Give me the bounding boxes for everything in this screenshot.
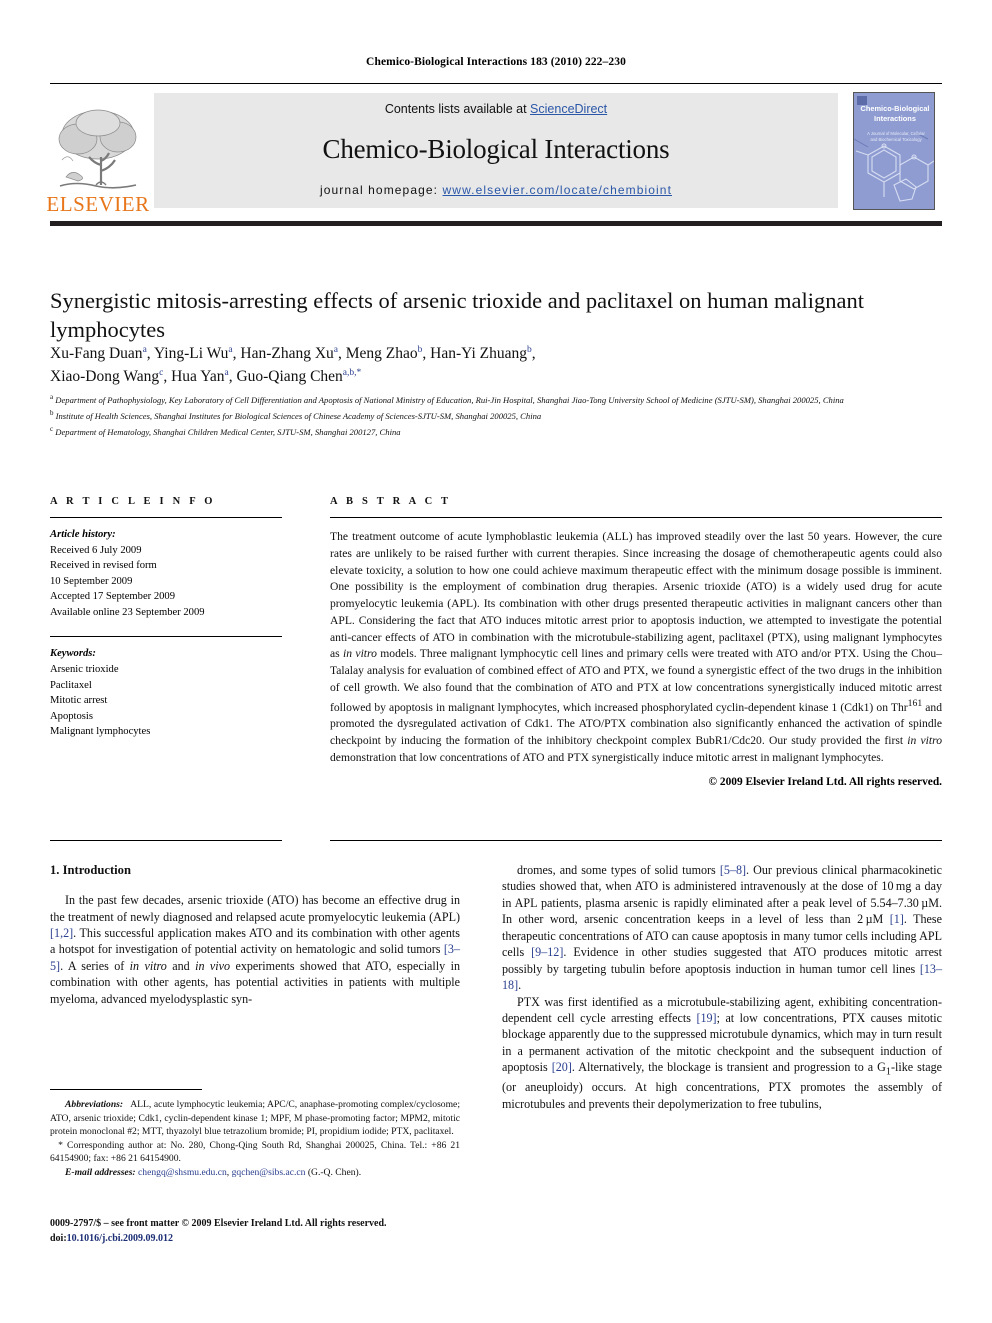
article-info-rule	[50, 517, 282, 518]
article-history-label: Article history:	[50, 529, 116, 540]
keyword-item: Mitotic arrest	[50, 695, 108, 707]
keywords-rule	[50, 636, 282, 638]
journal-homepage-link[interactable]: www.elsevier.com/locate/chembioint	[443, 183, 672, 197]
homepage-prefix: journal homepage:	[319, 183, 443, 197]
cover-title: Chemico-Biological Interactions	[860, 103, 930, 124]
article-info-heading: A R T I C L E I N F O	[50, 496, 216, 507]
keyword-item: Malignant lymphocytes	[50, 726, 151, 738]
history-item: 10 September 2009	[50, 575, 133, 587]
body-paragraph: dromes, and some types of solid tumors […	[502, 863, 942, 993]
corresponding-author-note: * Corresponding author at: No. 280, Chon…	[50, 1139, 460, 1165]
affiliation-c: c Department of Hematology, Shanghai Chi…	[50, 424, 401, 437]
email-note: E-mail addresses: chengq@shsmu.edu.cn, g…	[65, 1167, 362, 1179]
imprint-block: 0009-2797/$ – see front matter © 2009 El…	[50, 1216, 480, 1246]
page-title: Synergistic mitosis-arresting effects of…	[50, 288, 864, 342]
abstract-heading: A B S T R A C T	[330, 496, 452, 507]
running-head: Chemico-Biological Interactions 183 (201…	[366, 56, 626, 68]
body-paragraph: PTX was first identified as a microtubul…	[502, 994, 942, 1111]
sciencedirect-link[interactable]: ScienceDirect	[530, 102, 607, 116]
body-paragraph: In the past few decades, arsenic trioxid…	[50, 893, 460, 1006]
footnote-block: Abbreviations: ALL, acute lymphocytic le…	[50, 1098, 460, 1180]
abstract-bottom-rule	[330, 840, 942, 842]
abstract-column: A B S T R A C T The treatment outcome of…	[330, 496, 942, 788]
keyword-item: Arsenic trioxide	[50, 663, 119, 675]
journal-cover-thumbnail: Chemico-Biological Interactions A Journa…	[846, 84, 942, 217]
contents-prefix: Contents lists available at	[384, 102, 531, 116]
abstract-text: The treatment outcome of acute lymphobla…	[330, 530, 943, 764]
keywords-block: Keywords: Arsenic trioxide Paclitaxel Mi…	[50, 646, 282, 739]
issn-line: 0009-2797/$ – see front matter © 2009 El…	[50, 1218, 387, 1229]
author-line-1: Xu-Fang Duana, Ying-Li Wua, Han-Zhang Xu…	[50, 344, 536, 362]
journal-title: Chemico-Biological Interactions	[322, 134, 670, 164]
doi-prefix: doi:	[50, 1233, 67, 1244]
cover-subtitle: A Journal of Molecular, Cellular and Bio…	[867, 130, 925, 142]
abstract-copyright: © 2009 Elsevier Ireland Ltd. All rights …	[708, 776, 942, 789]
info-column-bottom-rule	[50, 840, 282, 842]
elsevier-logo: ELSEVIER	[46, 84, 149, 217]
history-item: Received 6 July 2009	[50, 544, 142, 556]
abstract-rule	[330, 517, 942, 518]
history-item: Accepted 17 September 2009	[50, 591, 176, 603]
affiliation-a: a Department of Pathophysiology, Key Lab…	[50, 393, 844, 405]
journal-article-page: Chemico-Biological Interactions 183 (201…	[0, 0, 992, 1323]
body-column-right: dromes, and some types of solid tumors […	[502, 862, 942, 1112]
article-info-column: A R T I C L E I N F O Article history: R…	[50, 496, 282, 740]
author-line-2: Xiao-Dong Wangc, Hua Yana, Guo-Qiang Che…	[50, 368, 362, 386]
footnote-divider	[50, 1089, 202, 1091]
journal-masthead: ELSEVIER Contents lists available at Sci…	[46, 83, 942, 217]
history-item: Available online 23 September 2009	[50, 606, 205, 618]
article-history: Article history: Received 6 July 2009 Re…	[50, 527, 282, 620]
elsevier-wordmark: ELSEVIER	[46, 192, 150, 216]
doi-value[interactable]: 10.1016/j.cbi.2009.09.012	[67, 1233, 173, 1244]
journal-banner: Contents lists available at ScienceDirec…	[154, 93, 838, 208]
elsevier-tree-icon	[58, 109, 137, 189]
keyword-item: Apoptosis	[50, 710, 93, 722]
history-item: Received in revised form	[50, 560, 157, 572]
doi-line: doi:10.1016/j.cbi.2009.09.012	[50, 1231, 480, 1246]
contents-list-line: Contents lists available at ScienceDirec…	[385, 102, 607, 116]
journal-homepage-line: journal homepage: www.elsevier.com/locat…	[320, 183, 672, 197]
body-column-left: 1. Introduction In the past few decades,…	[50, 862, 460, 1007]
affiliation-b: b Institute of Health Sciences, Shanghai…	[50, 408, 542, 421]
cover-image: Chemico-Biological Interactions A Journa…	[853, 91, 935, 210]
section-heading-introduction: 1. Introduction	[50, 863, 131, 877]
keyword-item: Paclitaxel	[50, 679, 92, 691]
header-divider	[50, 221, 942, 226]
abbreviations-note: Abbreviations: ALL, acute lymphocytic le…	[50, 1099, 460, 1138]
author-list: Xu-Fang Duana, Ying-Li Wua, Han-Zhang Xu…	[50, 342, 930, 389]
affiliations: a Department of Pathophysiology, Key Lab…	[50, 392, 930, 439]
keywords-label: Keywords:	[50, 648, 96, 660]
